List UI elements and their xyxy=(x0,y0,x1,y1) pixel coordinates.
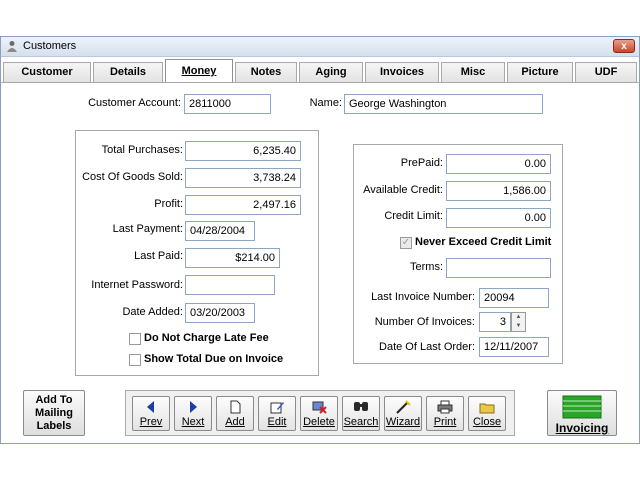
wizard-label: Wizard xyxy=(385,416,421,428)
last-invoice-number-field[interactable]: 20094 xyxy=(479,288,549,308)
prepaid-label: PrePaid: xyxy=(400,157,443,169)
wizard-wand-icon xyxy=(396,400,411,414)
number-of-invoices-field[interactable]: 3 xyxy=(479,312,511,332)
cogs-field[interactable]: 3,738.24 xyxy=(185,168,301,188)
close-button[interactable]: Close xyxy=(468,396,506,431)
close-folder-icon xyxy=(479,403,495,414)
credit-group xyxy=(353,144,563,364)
date-of-last-order-field[interactable]: 12/11/2007 xyxy=(479,337,549,357)
available-credit-field[interactable]: 1,586.00 xyxy=(446,181,551,201)
invoice-stack-icon xyxy=(562,395,602,419)
delete-label: Delete xyxy=(303,416,335,428)
tab-money-label: Money xyxy=(181,65,217,77)
print-button[interactable]: Print xyxy=(426,396,464,431)
navigation-toolbar: Prev Next Add Edit Delete Search Wizard xyxy=(125,390,515,436)
terms-label: Terms: xyxy=(410,261,443,273)
profit-label: Profit: xyxy=(154,198,183,210)
show-total-label: Show Total Due on Invoice xyxy=(144,353,284,365)
customers-window: Customers x Customer Details Money Notes… xyxy=(0,36,640,444)
prepaid-field[interactable]: 0.00 xyxy=(446,154,551,174)
tab-money[interactable]: Money xyxy=(165,59,233,83)
add-button[interactable]: Add xyxy=(216,396,254,431)
last-payment-field[interactable]: 04/28/2004 xyxy=(185,221,255,241)
close-label: Close xyxy=(472,416,502,428)
credit-limit-label: Credit Limit: xyxy=(384,210,443,222)
tab-misc[interactable]: Misc xyxy=(441,62,505,82)
tab-bar: Customer Details Money Notes Aging Invoi… xyxy=(1,59,639,83)
prev-arrow-icon xyxy=(147,401,154,413)
account-label: Customer Account: xyxy=(88,97,181,109)
search-label: Search xyxy=(343,416,379,428)
add-to-mailing-labels-button[interactable]: Add To Mailing Labels xyxy=(23,390,85,436)
delete-button[interactable]: Delete xyxy=(300,396,338,431)
tab-udf[interactable]: UDF xyxy=(575,62,637,82)
new-document-icon xyxy=(230,400,241,414)
spin-down-icon[interactable]: ▼ xyxy=(512,322,525,331)
last-paid-field[interactable]: $214.00 xyxy=(185,248,280,268)
tab-invoices[interactable]: Invoices xyxy=(365,62,439,82)
never-exceed-checkbox[interactable]: ✓ xyxy=(400,237,412,249)
name-label: Name: xyxy=(309,97,342,109)
terms-field[interactable] xyxy=(446,258,551,278)
invoice-count-spinner[interactable]: ▲ ▼ xyxy=(511,312,526,332)
date-added-field[interactable]: 03/20/2003 xyxy=(185,303,255,323)
late-fee-checkbox[interactable] xyxy=(129,333,141,345)
edit-button[interactable]: Edit xyxy=(258,396,296,431)
account-field[interactable]: 2811000 xyxy=(184,94,271,114)
internet-password-field[interactable] xyxy=(185,275,275,295)
printer-icon xyxy=(437,400,453,414)
tab-picture[interactable]: Picture xyxy=(507,62,573,82)
edit-label: Edit xyxy=(267,416,287,428)
next-label: Next xyxy=(181,416,205,428)
invoicing-label: Invoicing xyxy=(555,421,609,435)
tab-customer[interactable]: Customer xyxy=(3,62,91,82)
last-paid-label: Last Paid: xyxy=(134,250,183,262)
total-purchases-label: Total Purchases: xyxy=(101,144,183,156)
delete-icon xyxy=(312,401,327,414)
late-fee-label: Do Not Charge Late Fee xyxy=(144,332,269,344)
date-of-last-order-label: Date Of Last Order: xyxy=(379,341,475,353)
prev-button[interactable]: Prev xyxy=(132,396,170,431)
tab-divider xyxy=(1,82,639,83)
print-label: Print xyxy=(433,416,457,428)
tab-details[interactable]: Details xyxy=(93,62,163,82)
next-button[interactable]: Next xyxy=(174,396,212,431)
prev-label: Prev xyxy=(139,416,163,428)
never-exceed-label: Never Exceed Credit Limit xyxy=(415,236,552,248)
last-invoice-number-label: Last Invoice Number: xyxy=(371,291,475,303)
next-arrow-icon xyxy=(190,401,197,413)
wizard-button[interactable]: Wizard xyxy=(384,396,422,431)
edit-pencil-icon xyxy=(270,402,284,414)
internet-password-label: Internet Password: xyxy=(91,279,183,291)
search-button[interactable]: Search xyxy=(342,396,380,431)
spin-up-icon[interactable]: ▲ xyxy=(512,313,525,322)
tab-aging[interactable]: Aging xyxy=(299,62,363,82)
binoculars-icon xyxy=(354,402,368,411)
title-bar: Customers x xyxy=(1,37,639,57)
close-window-button[interactable]: x xyxy=(613,39,635,53)
window-title: Customers xyxy=(23,40,77,52)
total-purchases-field[interactable]: 6,235.40 xyxy=(185,141,301,161)
name-field[interactable]: George Washington xyxy=(344,94,543,114)
credit-limit-field[interactable]: 0.00 xyxy=(446,208,551,228)
number-of-invoices-label: Number Of Invoices: xyxy=(374,316,475,328)
customer-icon xyxy=(7,41,17,52)
add-label: Add xyxy=(225,416,245,428)
date-added-label: Date Added: xyxy=(122,306,183,318)
last-payment-label: Last Payment: xyxy=(112,223,183,235)
profit-field[interactable]: 2,497.16 xyxy=(185,195,301,215)
show-total-checkbox[interactable] xyxy=(129,354,141,366)
tab-notes[interactable]: Notes xyxy=(235,62,297,82)
cogs-label: Cost Of Goods Sold: xyxy=(82,171,183,183)
available-credit-label: Available Credit: xyxy=(363,184,443,196)
invoicing-button[interactable]: Invoicing xyxy=(547,390,617,436)
